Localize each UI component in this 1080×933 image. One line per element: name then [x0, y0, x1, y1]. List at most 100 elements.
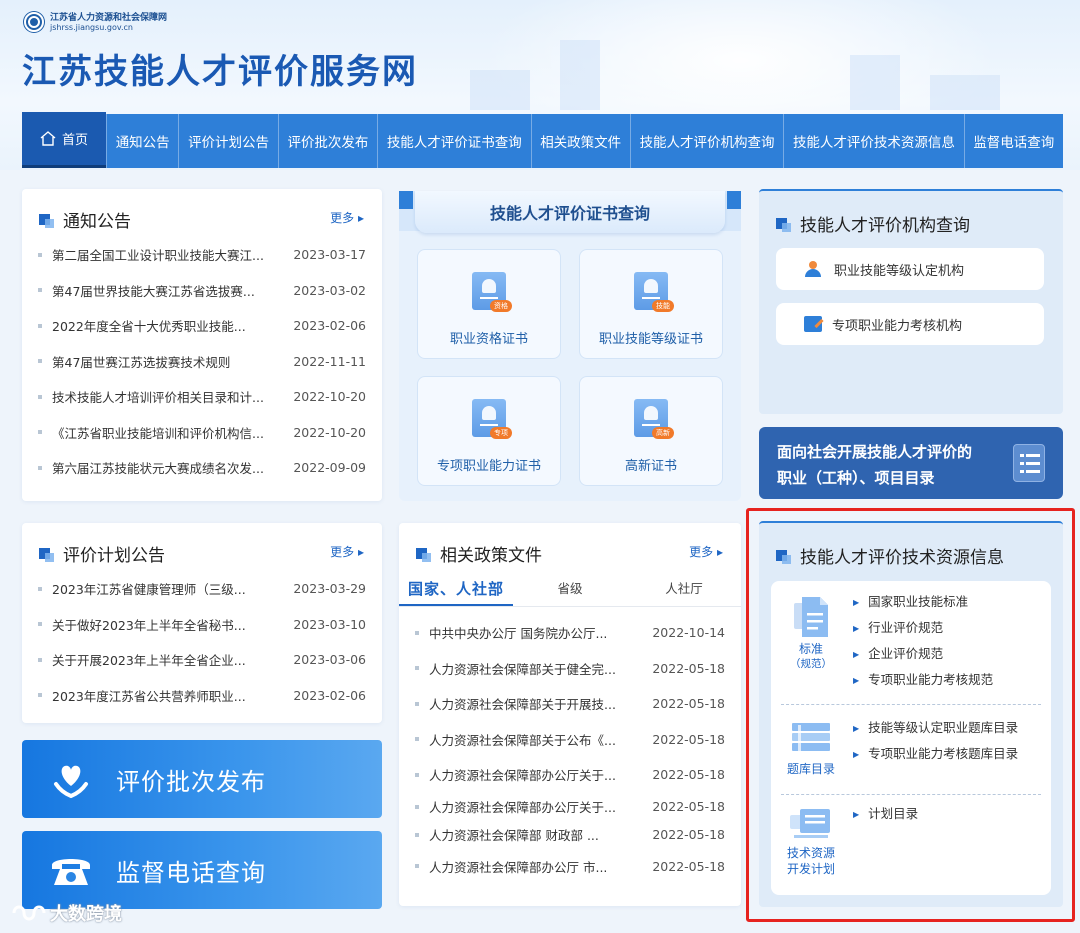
home-icon	[40, 131, 56, 146]
batch-release-button[interactable]: 评价批次发布	[22, 740, 382, 818]
catalog-line1: 面向社会开展技能人才评价的	[777, 443, 973, 461]
books-icon	[792, 723, 830, 751]
banner-building	[930, 75, 1000, 110]
list-item[interactable]: 第六届江苏技能状元大赛成绩名次发... 2022-09-09	[38, 450, 366, 486]
section-square-icon	[39, 212, 55, 228]
certificate-icon: 专项	[472, 399, 512, 439]
plans-more-link[interactable]: 更多	[330, 543, 364, 560]
nav-item-org-query[interactable]: 技能人才评价机构查询	[629, 114, 783, 168]
cert-query-title: 技能人才评价证书查询	[399, 191, 741, 233]
banner-building	[560, 40, 600, 110]
skill-level-org-button[interactable]: 职业技能等级认定机构	[776, 248, 1044, 290]
batch-release-label: 评价批次发布	[116, 767, 266, 796]
list-item[interactable]: 中共中央办公厅 国务院办公厅... 2022-10-14	[415, 615, 725, 651]
plans-title: 评价计划公告	[63, 546, 165, 566]
emblem-icon	[24, 12, 44, 32]
link-special-spec[interactable]: 专项职业能力考核规范	[853, 667, 993, 693]
certificate-icon: 高新	[634, 399, 674, 439]
question-bank-link[interactable]: 题库目录	[781, 719, 841, 777]
org-name: 江苏省人力资源和社会保障网	[50, 12, 168, 23]
list-item[interactable]: 2023年江苏省健康管理师（三级... 2023-03-29	[38, 571, 366, 607]
list-item[interactable]: 人力资源社会保障部关于公布《... 2022-05-18	[415, 722, 725, 758]
link-plan-catalog[interactable]: 计划目录	[853, 801, 918, 827]
nav-item-plans[interactable]: 评价计划公告	[178, 114, 277, 168]
link-national-standard[interactable]: 国家职业技能标准	[853, 589, 993, 615]
policy-more-link[interactable]: 更多	[689, 543, 723, 560]
person-icon	[804, 261, 824, 277]
cert-tile-skill-level[interactable]: 技能 职业技能等级证书	[579, 249, 723, 359]
watermark: 大数跨境	[10, 900, 122, 926]
resources-dev-plan-section: 技术资源 开发计划 计划目录	[781, 797, 1041, 887]
nav-item-batches[interactable]: 评价批次发布	[277, 114, 377, 168]
certificate-icon: 技能	[634, 272, 674, 312]
cert-tile-qualification[interactable]: 资格 职业资格证书	[417, 249, 561, 359]
resources-standards-section: 标准 （规范） 国家职业技能标准 行业评价规范 企业评价规范 专项职业能力考核规…	[781, 589, 1041, 705]
notices-more-link[interactable]: 更多	[330, 209, 364, 226]
list-item[interactable]: 《江苏省职业技能培训和评价机构信... 2022-10-20	[38, 415, 366, 451]
nav-item-notices[interactable]: 通知公告	[106, 114, 178, 168]
catalog-button[interactable]: 面向社会开展技能人才评价的 职业（工种）、项目目录	[759, 427, 1063, 499]
list-item[interactable]: 2023年度江苏省公共营养师职业... 2023-02-06	[38, 678, 366, 714]
form-pen-icon	[804, 316, 822, 332]
banner-building	[470, 70, 530, 110]
nav-item-resources[interactable]: 技能人才评价技术资源信息	[783, 114, 963, 168]
nav-home-label: 首页	[61, 133, 88, 148]
special-ability-org-button[interactable]: 专项职业能力考核机构	[776, 303, 1044, 345]
list-item[interactable]: 关于做好2023年上半年全省秘书... 2023-03-10	[38, 607, 366, 643]
list-item[interactable]: 关于开展2023年上半年全省企业... 2023-03-06	[38, 642, 366, 678]
link-enterprise-spec[interactable]: 企业评价规范	[853, 641, 993, 667]
list-item[interactable]: 第二届全国工业设计职业技能大赛江... 2023-03-17	[38, 237, 366, 273]
nav-item-cert-query[interactable]: 技能人才评价证书查询	[377, 114, 530, 168]
standards-link[interactable]: 标准 （规范）	[781, 595, 841, 671]
phone-query-button[interactable]: 监督电话查询	[22, 831, 382, 909]
site-title: 江苏技能人才评价服务网	[22, 52, 418, 92]
section-square-icon	[416, 546, 432, 562]
list-item[interactable]: 人力资源社会保障部办公厅关于... 2022-05-18	[415, 757, 725, 793]
list-item[interactable]: 第47届世界技能大赛江苏省选拔赛... 2023-03-02	[38, 273, 366, 309]
document-icon	[794, 597, 828, 637]
resources-question-bank-section: 题库目录 技能等级认定职业题库目录 专项职业能力考核题库目录	[781, 707, 1041, 795]
tab-national[interactable]: 国家、人社部	[399, 577, 513, 606]
policy-panel: 相关政策文件 更多 国家、人社部 省级 人社厅 中共中央办公厅 国务院办公厅..…	[399, 523, 741, 906]
section-square-icon	[776, 216, 792, 232]
list-item[interactable]: 人力资源社会保障部办公厅 市... 2022-05-18	[415, 849, 725, 885]
tab-department[interactable]: 人社厅	[627, 577, 741, 606]
link-special-bank[interactable]: 专项职业能力考核题库目录	[853, 741, 1018, 767]
list-item[interactable]: 人力资源社会保障部关于健全完... 2022-05-18	[415, 651, 725, 687]
list-item[interactable]: 2022年度全省十大优秀职业技能... 2023-02-06	[38, 308, 366, 344]
nav-item-phone[interactable]: 监督电话查询	[963, 114, 1063, 168]
dev-plan-link[interactable]: 技术资源 开发计划	[781, 807, 841, 877]
tab-provincial[interactable]: 省级	[513, 577, 627, 606]
org-url: jshrss.jiangsu.gov.cn	[50, 22, 134, 32]
list-item[interactable]: 人力资源社会保障部关于开展技... 2022-05-18	[415, 686, 725, 722]
link-industry-spec[interactable]: 行业评价规范	[853, 615, 993, 641]
org-query-title: 技能人才评价机构查询	[800, 216, 970, 236]
nav-item-policy[interactable]: 相关政策文件	[530, 114, 630, 168]
list-item[interactable]: 技术技能人才培训评价相关目录和计... 2022-10-20	[38, 379, 366, 415]
certificate-icon: 资格	[472, 272, 512, 312]
resources-list: 标准 （规范） 国家职业技能标准 行业评价规范 企业评价规范 专项职业能力考核规…	[771, 581, 1051, 895]
catalog-line2: 职业（工种）、项目目录	[777, 469, 935, 487]
notices-title: 通知公告	[63, 212, 131, 232]
policy-tabs: 国家、人社部 省级 人社厅	[399, 577, 741, 607]
banner-building	[850, 55, 900, 110]
plans-panel: 评价计划公告 更多 2023年江苏省健康管理师（三级...2023-03-29 …	[22, 523, 382, 723]
section-square-icon	[776, 548, 792, 564]
list-item[interactable]: 第47届世赛江苏选拔赛技术规则 2022-11-11	[38, 344, 366, 380]
main-nav: 首页 通知公告 评价计划公告 评价批次发布 技能人才评价证书查询 相关政策文件 …	[22, 112, 1063, 168]
heart-hand-icon	[54, 765, 88, 799]
cert-tile-hightech[interactable]: 高新 高新证书	[579, 376, 723, 486]
watermark-logo-icon	[12, 905, 46, 921]
notices-panel: 通知公告 更多 第二届全国工业设计职业技能大赛江...2023-03-17 第4…	[22, 189, 382, 501]
link-skill-bank[interactable]: 技能等级认定职业题库目录	[853, 715, 1018, 741]
cert-tile-special[interactable]: 专项 专项职业能力证书	[417, 376, 561, 486]
resources-panel: 技能人才评价技术资源信息 标准 （规范） 国家职业技能标准 行业评价规范 企业评…	[759, 521, 1063, 907]
resources-title: 技能人才评价技术资源信息	[800, 548, 1004, 568]
phone-query-label: 监督电话查询	[116, 858, 266, 887]
nav-home[interactable]: 首页	[22, 112, 106, 168]
list-item[interactable]: 人力资源社会保障部办公厅关于... 2022-05-18	[415, 793, 725, 821]
telephone-icon	[52, 859, 90, 885]
list-item[interactable]: 人力资源社会保障部 财政部 ... 2022-05-18	[415, 821, 725, 849]
org-logo[interactable]: 江苏省人力资源和社会保障网 jshrss.jiangsu.gov.cn	[24, 12, 167, 32]
section-square-icon	[39, 546, 55, 562]
